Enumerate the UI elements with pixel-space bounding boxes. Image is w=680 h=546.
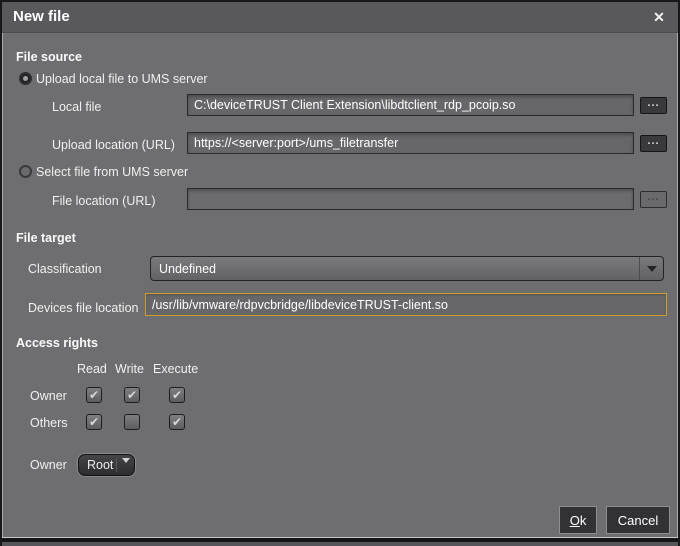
owner-select-value: Root [87,458,113,472]
chevron-down-icon [647,266,657,272]
file-location-browse-button: ... [640,191,667,208]
ok-button[interactable]: Ok [559,506,597,534]
titlebar[interactable]: New file ✕ [2,2,678,33]
owner-row-label: Owner [30,389,67,403]
local-file-label: Local file [52,100,101,114]
classification-dropdown-arrow[interactable] [639,257,663,280]
chevron-down-icon [122,463,130,477]
others-row-label: Others [30,416,68,430]
file-location-input[interactable] [187,188,634,210]
upload-location-input[interactable]: https://<server:port>/ums_filetransfer [187,132,634,154]
file-target-section-label: File target [16,231,76,245]
dialog-title: New file [13,8,70,25]
frame-gray-edge [2,542,678,546]
column-header-execute: Execute [153,362,198,376]
access-rights-section-label: Access rights [16,336,98,350]
classification-dropdown[interactable]: Undefined [150,256,664,281]
file-source-section-label: File source [16,50,82,64]
upload-local-radio-label[interactable]: Upload local file to UMS server [36,72,208,86]
column-header-write: Write [115,362,144,376]
dropdown-separator [116,458,117,472]
column-header-read: Read [77,362,107,376]
close-icon[interactable]: ✕ [649,7,669,27]
owner-select-label: Owner [30,458,67,472]
others-execute-checkbox[interactable] [169,414,185,430]
owner-read-checkbox[interactable] [86,387,102,403]
upload-location-label: Upload location (URL) [52,138,175,152]
classification-value: Undefined [159,262,216,276]
local-file-browse-button[interactable]: ... [640,97,667,114]
owner-write-checkbox[interactable] [124,387,140,403]
new-file-dialog: New file ✕ File source Upload local file… [0,0,680,546]
select-ums-radio-label[interactable]: Select file from UMS server [36,165,188,179]
owner-select-dropdown[interactable]: Root [78,454,135,476]
cancel-button[interactable]: Cancel [606,506,670,534]
classification-label: Classification [28,262,102,276]
select-ums-radio[interactable] [19,165,32,178]
others-write-checkbox[interactable] [124,414,140,430]
local-file-input[interactable]: C:\deviceTRUST Client Extension\libdtcli… [187,94,634,116]
devices-file-location-input[interactable]: /usr/lib/vmware/rdpvcbridge/libdeviceTRU… [145,293,667,316]
owner-execute-checkbox[interactable] [169,387,185,403]
others-read-checkbox[interactable] [86,414,102,430]
upload-local-radio[interactable] [19,72,32,85]
devices-file-location-label: Devices file location [28,301,138,315]
file-location-label: File location (URL) [52,194,156,208]
upload-location-browse-button[interactable]: ... [640,135,667,152]
